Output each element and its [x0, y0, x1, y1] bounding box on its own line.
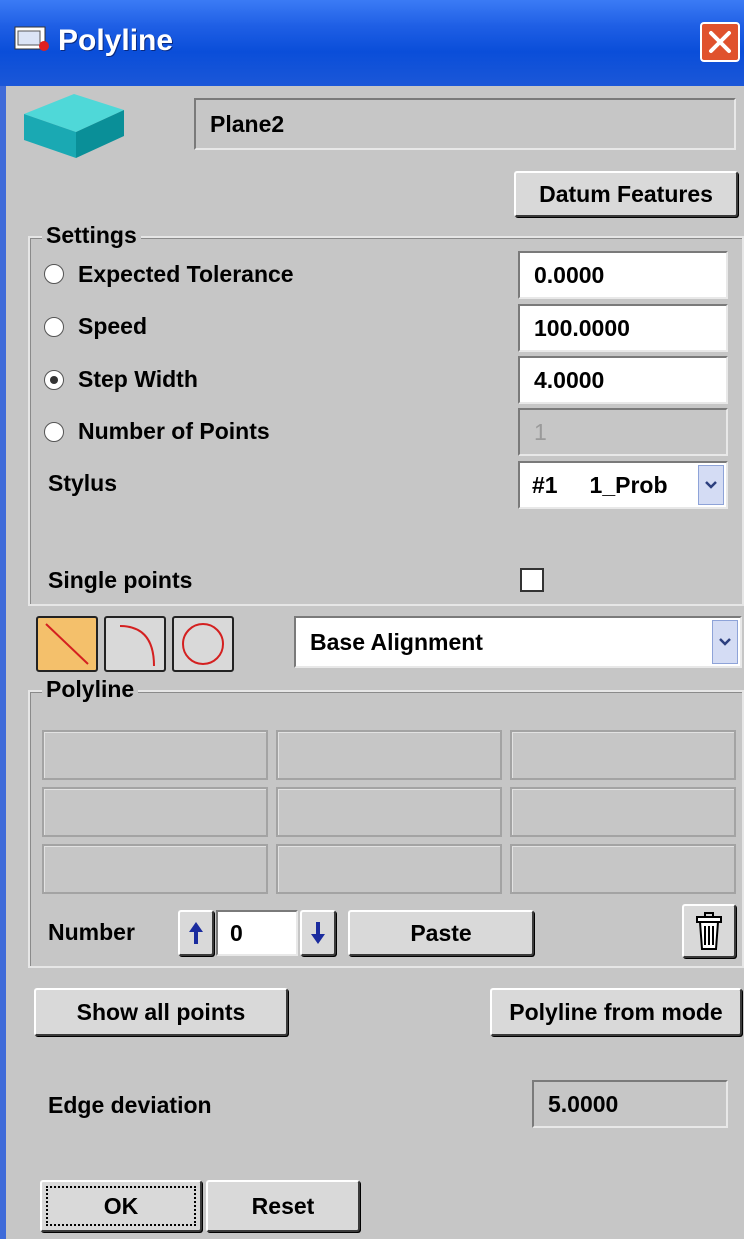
chevron-down-icon[interactable]	[698, 465, 724, 505]
number-label: Number	[48, 919, 135, 945]
feature-name-field: Plane2	[194, 98, 736, 150]
datum-features-button[interactable]: Datum Features	[514, 171, 738, 217]
expected-tolerance-radio[interactable]	[44, 264, 64, 284]
reset-button[interactable]: Reset	[206, 1180, 360, 1232]
step-width-input[interactable]: 4.0000	[518, 356, 728, 404]
paste-button[interactable]: Paste	[348, 910, 534, 956]
polyline-from-model-button[interactable]: Polyline from mode	[490, 988, 742, 1036]
circle-segment-icon	[182, 623, 224, 665]
window-title: Polyline	[58, 24, 174, 57]
number-of-points-radio[interactable]	[44, 422, 64, 442]
polyline-dialog: Polyline Plane2 Datum Features Settings …	[0, 0, 744, 1239]
grid-cell[interactable]	[276, 787, 502, 837]
stylus-label: Stylus	[48, 470, 118, 496]
alignment-select[interactable]: Base Alignment	[294, 616, 742, 668]
line-segment-button[interactable]	[36, 616, 98, 672]
polyline-group-title: Polyline	[42, 676, 139, 703]
single-points-label: Single points	[48, 567, 193, 593]
settings-group-title: Settings	[42, 222, 141, 249]
edge-deviation-label: Edge deviation	[48, 1092, 212, 1118]
number-up-button[interactable]	[178, 910, 214, 956]
close-button[interactable]	[700, 22, 740, 62]
number-of-points-input: 1	[518, 408, 728, 456]
show-all-points-button[interactable]: Show all points	[34, 988, 288, 1036]
step-width-radio[interactable]	[44, 370, 64, 390]
arrow-down-icon	[311, 922, 325, 944]
grid-cell[interactable]	[276, 730, 502, 780]
expected-tolerance-input[interactable]: 0.0000	[518, 251, 728, 299]
grid-cell[interactable]	[510, 730, 736, 780]
alignment-value: Base Alignment	[310, 628, 483, 655]
chevron-down-icon[interactable]	[712, 620, 738, 664]
edge-deviation-input[interactable]: 5.0000	[532, 1080, 728, 1128]
circle-segment-button[interactable]	[172, 616, 234, 672]
grid-cell[interactable]	[42, 787, 268, 837]
number-input[interactable]: 0	[216, 910, 298, 956]
number-of-points-label: Number of Points	[78, 418, 270, 444]
radio-selected-dot	[50, 376, 58, 384]
grid-cell[interactable]	[510, 787, 736, 837]
arc-segment-icon	[119, 625, 155, 667]
arc-segment-button[interactable]	[104, 616, 166, 672]
app-icon	[14, 26, 52, 54]
grid-cell[interactable]	[276, 844, 502, 894]
grid-cell[interactable]	[42, 730, 268, 780]
title-bar: Polyline	[0, 0, 744, 86]
single-points-checkbox[interactable]	[520, 568, 544, 592]
plane-feature-icon	[20, 92, 126, 167]
polyline-points-grid	[42, 730, 738, 894]
trash-icon	[696, 912, 722, 950]
grid-cell[interactable]	[42, 844, 268, 894]
stylus-value: #1 1_Prob	[532, 471, 668, 498]
expected-tolerance-label: Expected Tolerance	[78, 261, 294, 287]
arrow-up-icon	[189, 922, 203, 944]
close-icon	[709, 31, 731, 53]
stylus-select[interactable]: #1 1_Prob	[518, 461, 728, 509]
grid-cell[interactable]	[510, 844, 736, 894]
line-segment-icon	[45, 623, 89, 665]
step-width-label: Step Width	[78, 366, 198, 392]
speed-input[interactable]: 100.0000	[518, 304, 728, 352]
speed-radio[interactable]	[44, 317, 64, 337]
delete-button[interactable]	[682, 904, 736, 958]
ok-button[interactable]: OK	[40, 1180, 202, 1232]
number-down-button[interactable]	[300, 910, 336, 956]
speed-label: Speed	[78, 313, 148, 339]
